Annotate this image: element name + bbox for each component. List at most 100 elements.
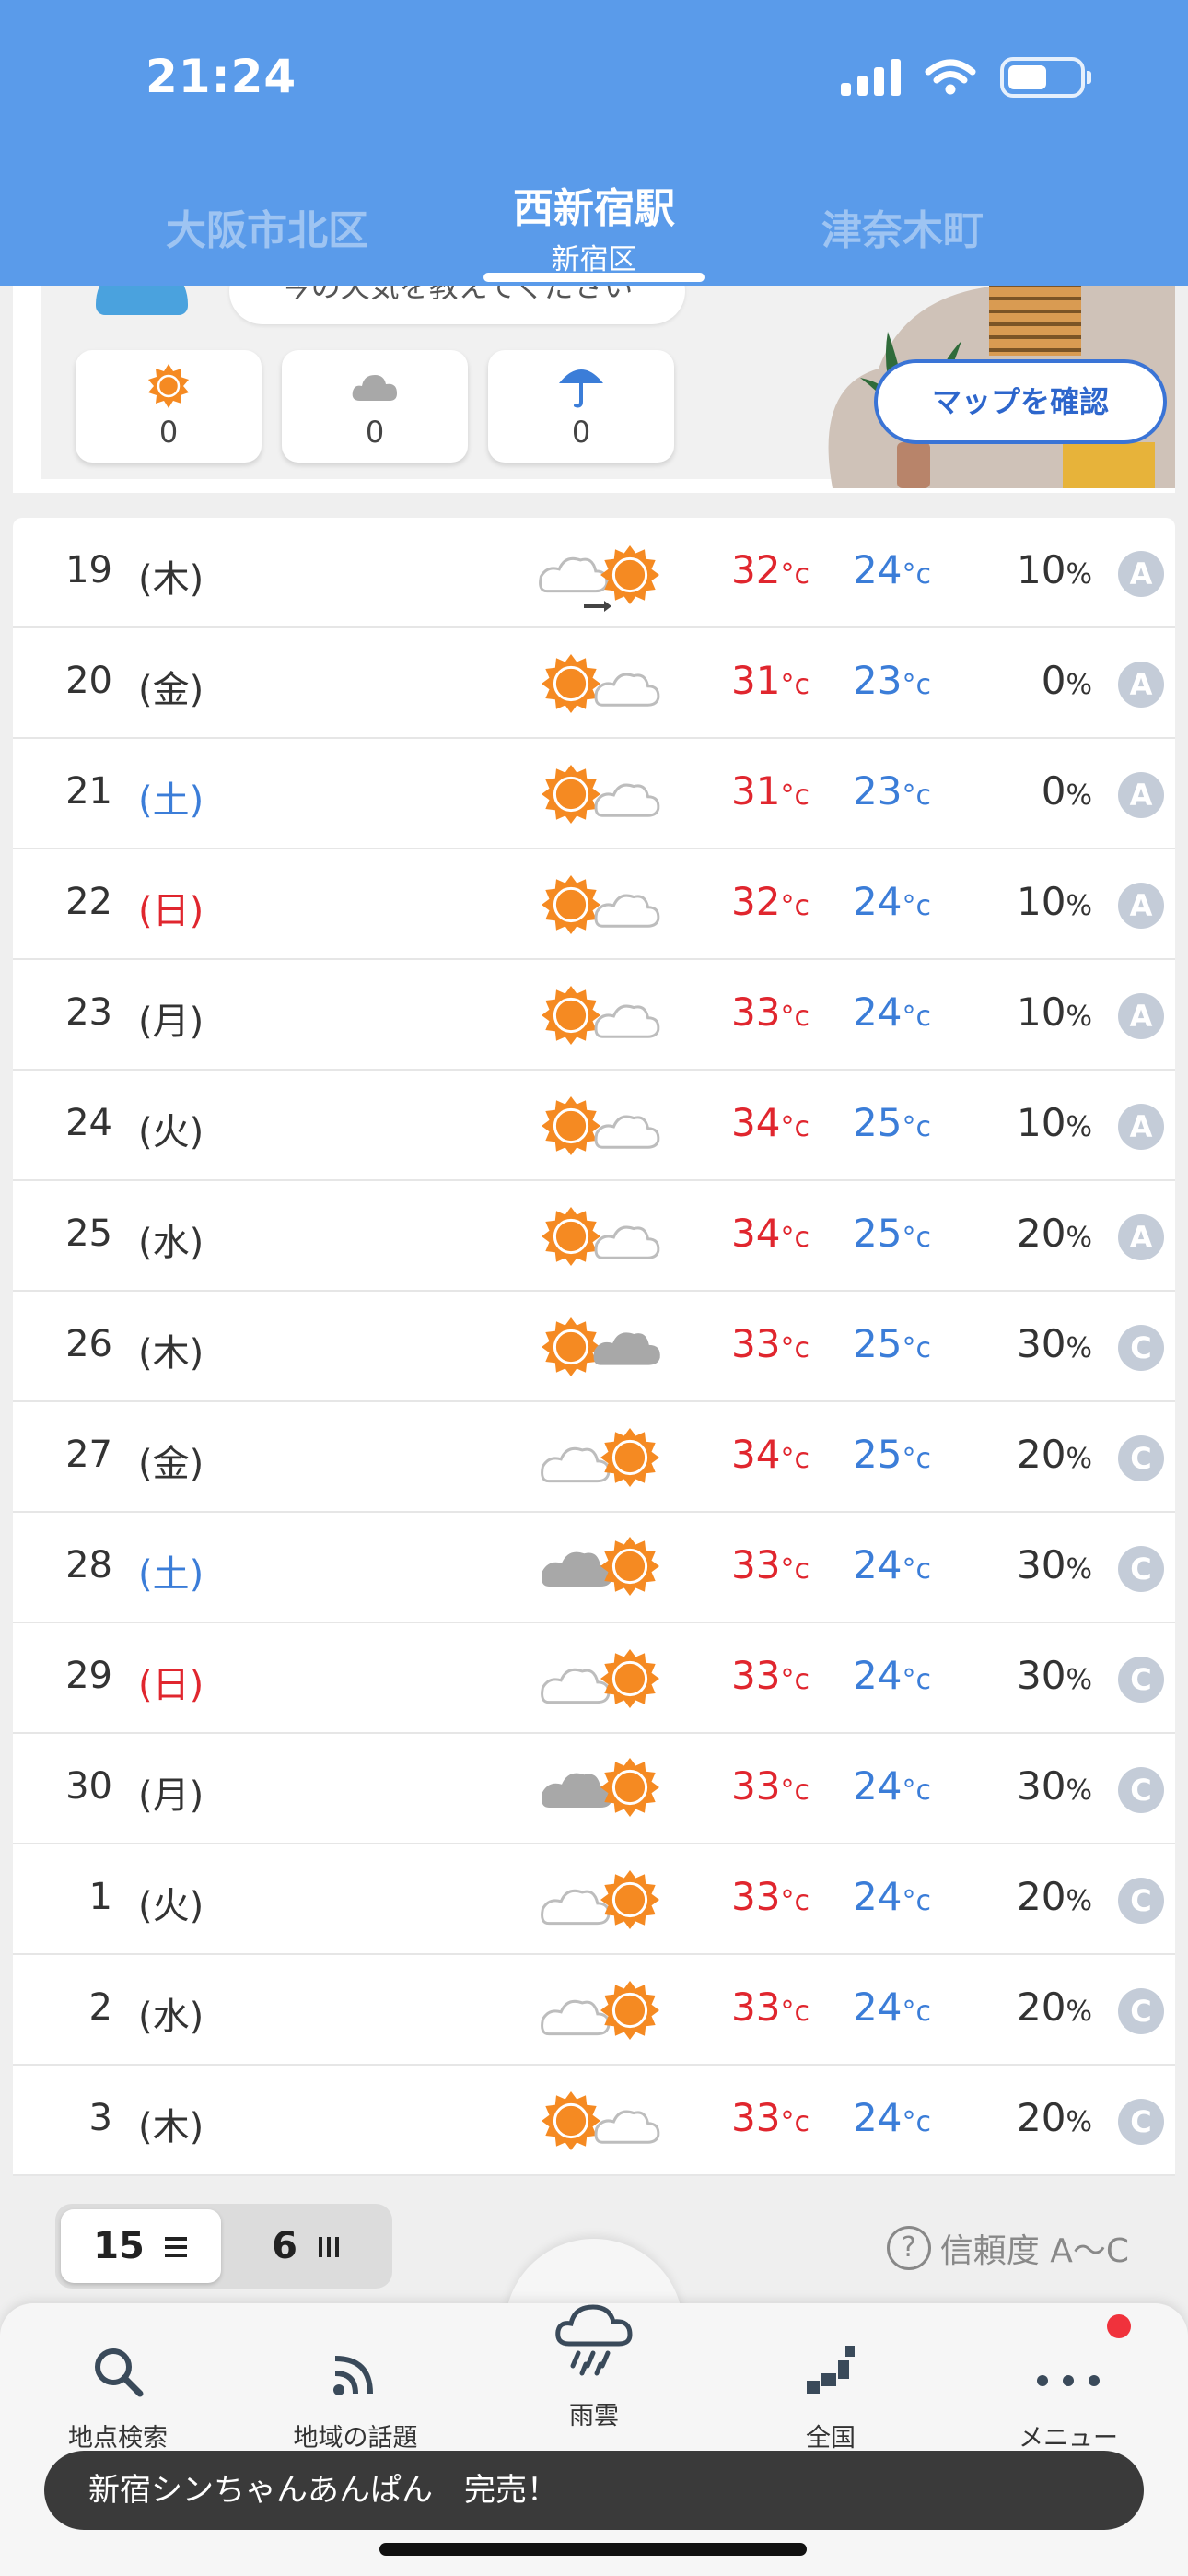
view-6-days-button[interactable]: 6 — [227, 2209, 387, 2283]
temp-unit: °c — [902, 2106, 931, 2138]
temp-unit: °c — [902, 1222, 931, 1254]
tab-topics[interactable]: 地域の話題 — [254, 2322, 457, 2453]
weekday: (火) — [138, 1111, 204, 1153]
forecast-row[interactable]: 30 (月) 33°c 24°c 30% C — [13, 1734, 1175, 1844]
question-circle-icon: ? — [886, 2226, 931, 2270]
vote-cloudy-button[interactable]: 0 — [282, 350, 468, 463]
forecast-row[interactable]: 21 (土) 31°c 23°c 0% A — [13, 739, 1175, 849]
check-map-button[interactable]: マップを確認 — [874, 359, 1167, 444]
forecast-row[interactable]: 1 (火) 33°c 24°c 20% C — [13, 1844, 1175, 1955]
temp-unit: °c — [902, 1443, 931, 1475]
high-temp: 33°c — [731, 1985, 809, 2030]
forecast-row[interactable]: 19 (木) 32°c 24°c 10% A — [13, 518, 1175, 628]
active-tab-indicator — [483, 273, 705, 282]
forecast-row[interactable]: 26 (木) 33°c 25°c 30% C — [13, 1292, 1175, 1402]
high-temp: 33°c — [731, 1653, 809, 1698]
percent-unit: % — [1066, 1443, 1092, 1475]
day-number: 28 — [65, 1544, 112, 1587]
rain-cloud-icon — [555, 2304, 633, 2376]
tab-rain-cloud[interactable]: 雨雲 — [493, 2304, 695, 2431]
forecast-row[interactable]: 3 (木) 33°c 24°c 20% C — [13, 2066, 1175, 2176]
high-temp-value: 34 — [731, 1432, 781, 1477]
forecast-row[interactable]: 22 (日) 32°c 24°c 10% A — [13, 849, 1175, 960]
darkcloud-sometimes-sunny-weather-icon — [542, 1537, 659, 1596]
low-temp-value: 25 — [853, 1211, 903, 1256]
vote-rainy-button[interactable]: 0 — [488, 350, 674, 463]
sun-icon — [148, 364, 189, 408]
cellular-signal-icon — [841, 59, 901, 96]
forecast-row[interactable]: 28 (土) 33°c 24°c 30% C — [13, 1513, 1175, 1623]
low-temp-value: 24 — [853, 1653, 903, 1698]
high-temp-value: 33 — [731, 1763, 781, 1809]
percent-unit: % — [1066, 1332, 1092, 1364]
high-temp: 33°c — [731, 1874, 809, 1919]
reliability-badge: A — [1118, 551, 1164, 597]
day-number: 22 — [65, 881, 112, 923]
precip-value: 10 — [1017, 989, 1066, 1035]
precip-probability: 30% — [1017, 1763, 1092, 1809]
temp-unit: °c — [780, 1001, 809, 1033]
temp-unit: °c — [780, 558, 809, 591]
weekday: (木) — [138, 1332, 204, 1375]
reliability-help[interactable]: ? 信頼度 A〜C — [886, 2224, 1129, 2272]
reliability-badge: A — [1118, 772, 1164, 818]
day-number: 26 — [65, 1323, 112, 1365]
tab-national-label: 全国 — [806, 2424, 856, 2453]
percent-unit: % — [1066, 1664, 1092, 1696]
cloudy-sometimes-sunny-weather-icon — [541, 1428, 659, 1487]
precip-probability: 20% — [1017, 1432, 1092, 1477]
location-tab-prev[interactable]: 大阪市北区 — [120, 197, 414, 256]
cloudy-sometimes-sunny-weather-icon — [541, 1981, 659, 2040]
low-temp: 24°c — [853, 879, 931, 924]
forecast-row[interactable]: 29 (日) 33°c 24°c 30% C — [13, 1623, 1175, 1734]
tab-menu-label: メニュー — [1019, 2424, 1118, 2453]
precip-probability: 30% — [1017, 1321, 1092, 1366]
high-temp: 33°c — [731, 1321, 809, 1366]
high-temp-value: 31 — [731, 658, 781, 703]
precip-value: 0 — [1041, 768, 1066, 814]
forecast-row[interactable]: 23 (月) 33°c 24°c 10% A — [13, 960, 1175, 1071]
sunny-sometimes-cloudy-weather-icon — [542, 2091, 660, 2150]
toast-message[interactable]: 新宿シンちゃんあんぱん 完売！ — [44, 2451, 1144, 2530]
high-temp-value: 34 — [731, 1211, 781, 1256]
location-tab-next[interactable]: 津奈木町 — [755, 197, 1050, 256]
forecast-row[interactable]: 20 (金) 31°c 23°c 0% A — [13, 628, 1175, 739]
temp-unit: °c — [902, 1885, 931, 1917]
status-time: 21:24 — [146, 50, 297, 103]
percent-unit: % — [1066, 1996, 1092, 2028]
forecast-row[interactable]: 2 (水) 33°c 24°c 20% C — [13, 1955, 1175, 2066]
precip-value: 30 — [1017, 1653, 1066, 1698]
precip-value: 20 — [1017, 2095, 1066, 2140]
location-tab-current[interactable]: 西新宿駅 新宿区 — [465, 175, 723, 277]
temp-unit: °c — [902, 1553, 931, 1586]
home-indicator — [379, 2543, 807, 2556]
tab-menu[interactable]: メニュー — [967, 2322, 1170, 2453]
tab-search[interactable]: 地点検索 — [17, 2322, 219, 2453]
forecast-row[interactable]: 27 (金) 34°c 25°c 20% C — [13, 1402, 1175, 1513]
low-temp-value: 23 — [853, 768, 903, 814]
low-temp: 25°c — [853, 1211, 931, 1256]
precip-probability: 20% — [1017, 1985, 1092, 2030]
weekday: (月) — [138, 1774, 204, 1817]
high-temp-value: 33 — [731, 1653, 781, 1698]
weekday: (水) — [138, 1222, 204, 1264]
high-temp: 33°c — [731, 989, 809, 1035]
forecast-row[interactable]: 24 (火) 34°c 25°c 10% A — [13, 1071, 1175, 1181]
high-temp-value: 33 — [731, 989, 781, 1035]
reliability-badge: C — [1118, 1988, 1164, 2034]
rss-icon — [333, 2356, 373, 2395]
view-15-days-button[interactable]: 15 — [61, 2209, 221, 2283]
low-temp-value: 24 — [853, 1542, 903, 1587]
temp-unit: °c — [780, 1443, 809, 1475]
weekday: (金) — [138, 669, 204, 711]
precip-value: 30 — [1017, 1321, 1066, 1366]
high-temp-value: 33 — [731, 2095, 781, 2140]
weekday: (木) — [138, 558, 204, 601]
tab-national[interactable]: 全国 — [729, 2322, 932, 2453]
vote-sunny-button[interactable]: 0 — [76, 350, 262, 463]
low-temp: 24°c — [853, 1763, 931, 1809]
cloudy-sometimes-sunny-weather-icon — [541, 1649, 659, 1708]
precip-probability: 20% — [1017, 1874, 1092, 1919]
low-temp-value: 25 — [853, 1100, 903, 1145]
forecast-row[interactable]: 25 (水) 34°c 25°c 20% A — [13, 1181, 1175, 1292]
